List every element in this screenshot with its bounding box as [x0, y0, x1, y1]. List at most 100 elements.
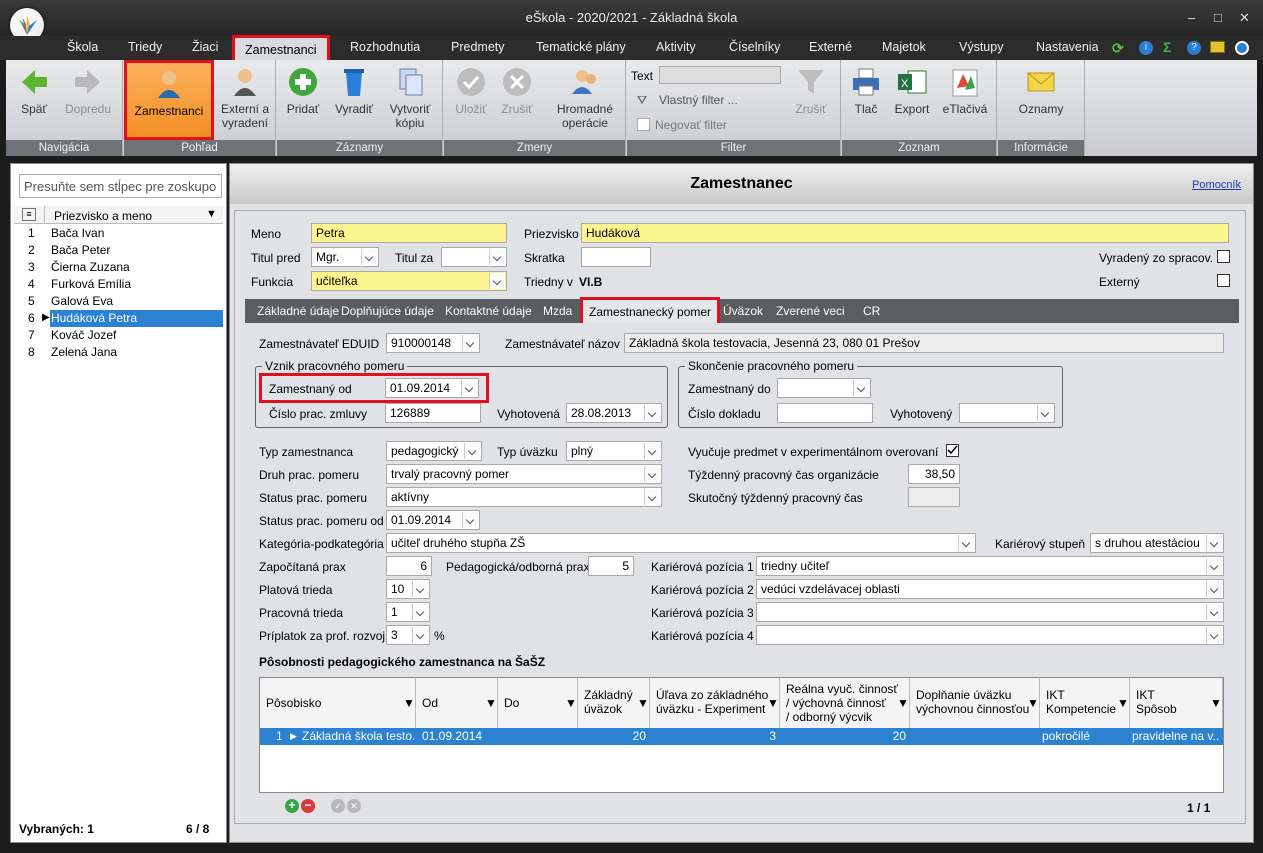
column-header-name[interactable]: Priezvisko a meno: [54, 209, 152, 223]
document-number-field[interactable]: [777, 403, 873, 423]
back-button[interactable]: Späť: [12, 64, 56, 136]
globe-icon[interactable]: [1235, 41, 1249, 55]
maximize-button[interactable]: □: [1214, 10, 1222, 25]
menu-triedy[interactable]: Triedy: [128, 40, 162, 54]
list-item[interactable]: 4 Furková Emília: [14, 276, 223, 293]
tab-additional[interactable]: Doplňujúce údaje: [341, 304, 434, 318]
external-checkbox[interactable]: [1217, 274, 1230, 287]
add-row-icon[interactable]: +: [285, 799, 299, 813]
function-select[interactable]: učiteľka: [311, 271, 507, 291]
abbreviation-field[interactable]: [581, 247, 651, 267]
title-after-select[interactable]: [441, 247, 507, 267]
employment-status-select[interactable]: aktívny: [386, 487, 662, 507]
title-before-select[interactable]: Mgr.: [311, 247, 379, 267]
list-item[interactable]: 7 Kováč Jozef: [14, 327, 223, 344]
employment-kind-select[interactable]: trvalý pracovný pomer: [386, 464, 662, 484]
menu-ziaci[interactable]: Žiaci: [192, 40, 218, 54]
menu-tematicke-plany[interactable]: Tematické plány: [536, 40, 626, 54]
clear-filter-button[interactable]: Zrušiť: [789, 64, 833, 136]
grid-header-from[interactable]: Od ▼: [416, 678, 498, 728]
career-position-3-select[interactable]: [756, 602, 1224, 622]
filter-icon[interactable]: ▼: [206, 208, 217, 220]
weekly-hours-field[interactable]: 38,50: [908, 464, 960, 484]
career-position-1-select[interactable]: triedny učiteľ: [756, 556, 1224, 576]
cancel-button[interactable]: Zrušiť: [496, 64, 538, 136]
tab-entrusted-items[interactable]: Zverené veci: [776, 304, 845, 318]
tab-workload[interactable]: Úväzok: [723, 304, 763, 318]
actual-hours-field[interactable]: [908, 487, 960, 507]
experimental-checkbox[interactable]: [946, 444, 959, 457]
grid-header-ict-competence[interactable]: IKT Kompetencie ▼: [1040, 678, 1130, 728]
list-item-selected[interactable]: 6 ▶ Hudáková Petra: [14, 310, 223, 327]
close-button[interactable]: ✕: [1239, 10, 1250, 26]
tab-contact[interactable]: Kontaktné údaje: [445, 304, 532, 318]
removed-checkbox[interactable]: [1217, 250, 1230, 263]
development-bonus-select[interactable]: 3: [386, 625, 430, 645]
cancel-row-icon[interactable]: ✕: [347, 799, 361, 813]
issued-end-date[interactable]: [959, 403, 1055, 423]
pedagogical-practice-field[interactable]: 5: [588, 556, 634, 576]
issued-date[interactable]: 28.08.2013: [566, 403, 662, 423]
refresh-icon[interactable]: ⟳: [1112, 40, 1124, 57]
employees-view-button[interactable]: Zamestnanci: [124, 60, 214, 140]
employer-name-field[interactable]: Základná škola testovacia, Jesenná 23, 0…: [624, 333, 1224, 353]
menu-majetok[interactable]: Majetok: [882, 40, 926, 54]
menu-skola[interactable]: Škola: [67, 40, 98, 54]
filter-text-input[interactable]: [659, 66, 781, 84]
bulk-operations-button[interactable]: Hromadné operácie: [548, 64, 622, 136]
status-from-date[interactable]: 01.09.2014: [386, 510, 480, 530]
list-item[interactable]: 8 Zelená Jana: [14, 344, 223, 361]
grid-header-reduction[interactable]: Úľava zo základného úväzku - Experiment ▼: [650, 678, 780, 728]
sum-icon[interactable]: Σ: [1163, 39, 1171, 55]
career-position-4-select[interactable]: [756, 625, 1224, 645]
workload-type-select[interactable]: plný: [566, 441, 662, 461]
save-button[interactable]: Uložiť: [450, 64, 492, 136]
list-item[interactable]: 2 Bača Peter: [14, 242, 223, 259]
employee-type-select[interactable]: pedagogický: [386, 441, 482, 461]
menu-predmety[interactable]: Predmety: [451, 40, 505, 54]
employer-eduid-select[interactable]: 910000148: [386, 333, 480, 353]
menu-ciselniky[interactable]: Číselníky: [729, 40, 780, 54]
forward-button[interactable]: Dopredu: [58, 64, 118, 136]
eforms-button[interactable]: eTlačivá: [938, 64, 992, 136]
table-row[interactable]: 1 ▶ Základná škola testo... 01.09.2014 2…: [260, 728, 1223, 745]
grid-header-workplace[interactable]: Pôsobisko ▼: [260, 678, 416, 728]
salary-class-select[interactable]: 10: [386, 579, 430, 599]
copy-button[interactable]: Vytvoriť kópiu: [381, 64, 439, 136]
tab-salary[interactable]: Mzda: [543, 304, 572, 318]
column-chooser-icon[interactable]: ≡: [22, 208, 36, 221]
confirm-row-icon[interactable]: ✓: [331, 799, 345, 813]
list-item[interactable]: 5 Galová Eva: [14, 293, 223, 310]
menu-zamestnanci[interactable]: Zamestnanci: [232, 35, 330, 60]
add-button[interactable]: Pridať: [281, 64, 325, 136]
info-icon[interactable]: i: [1139, 41, 1153, 55]
grid-header-real-teaching[interactable]: Reálna vyuč. činnosť / výchovná činnosť …: [780, 678, 910, 728]
list-item[interactable]: 3 Čierna Zuzana: [14, 259, 223, 276]
menu-nastavenia[interactable]: Nastavenia: [1036, 40, 1099, 54]
menu-rozhodnutia[interactable]: Rozhodnutia: [350, 40, 420, 54]
first-name-field[interactable]: Petra: [311, 223, 507, 243]
tab-employment[interactable]: Zamestnanecký pomer: [580, 297, 721, 323]
career-level-select[interactable]: s druhou atestáciou: [1090, 533, 1224, 553]
employed-to-date[interactable]: [777, 378, 871, 398]
career-position-2-select[interactable]: vedúci vzdelávacej oblasti: [756, 579, 1224, 599]
toolbox-icon[interactable]: [1210, 41, 1225, 53]
work-class-select[interactable]: 1: [386, 602, 430, 622]
remove-button[interactable]: Vyradiť: [329, 64, 379, 136]
list-item[interactable]: 1 Bača Ivan: [14, 225, 223, 242]
grid-header-base-workload[interactable]: Základný úväzok ▼: [578, 678, 650, 728]
employed-from-date[interactable]: 01.09.2014: [385, 378, 479, 398]
help-link[interactable]: Pomocník: [1192, 179, 1241, 191]
category-select[interactable]: učiteľ druhého stupňa ZŠ: [386, 533, 976, 553]
menu-externe[interactable]: Externé: [809, 40, 852, 54]
grid-header-ict-method[interactable]: IKT Spôsob ▼: [1130, 678, 1223, 728]
last-name-field[interactable]: Hudáková: [581, 223, 1229, 243]
external-removed-button[interactable]: Externí a vyradení: [215, 64, 275, 136]
contract-number-field[interactable]: 126889: [385, 403, 481, 423]
group-by-drop-area[interactable]: Presuňte sem stĺpec pre zoskupo: [19, 174, 222, 198]
counted-practice-field[interactable]: 6: [386, 556, 432, 576]
tab-cr[interactable]: CR: [863, 304, 880, 318]
menu-vystupy[interactable]: Výstupy: [959, 40, 1003, 54]
minimize-button[interactable]: –: [1188, 10, 1195, 25]
print-button[interactable]: Tlač: [848, 64, 884, 136]
